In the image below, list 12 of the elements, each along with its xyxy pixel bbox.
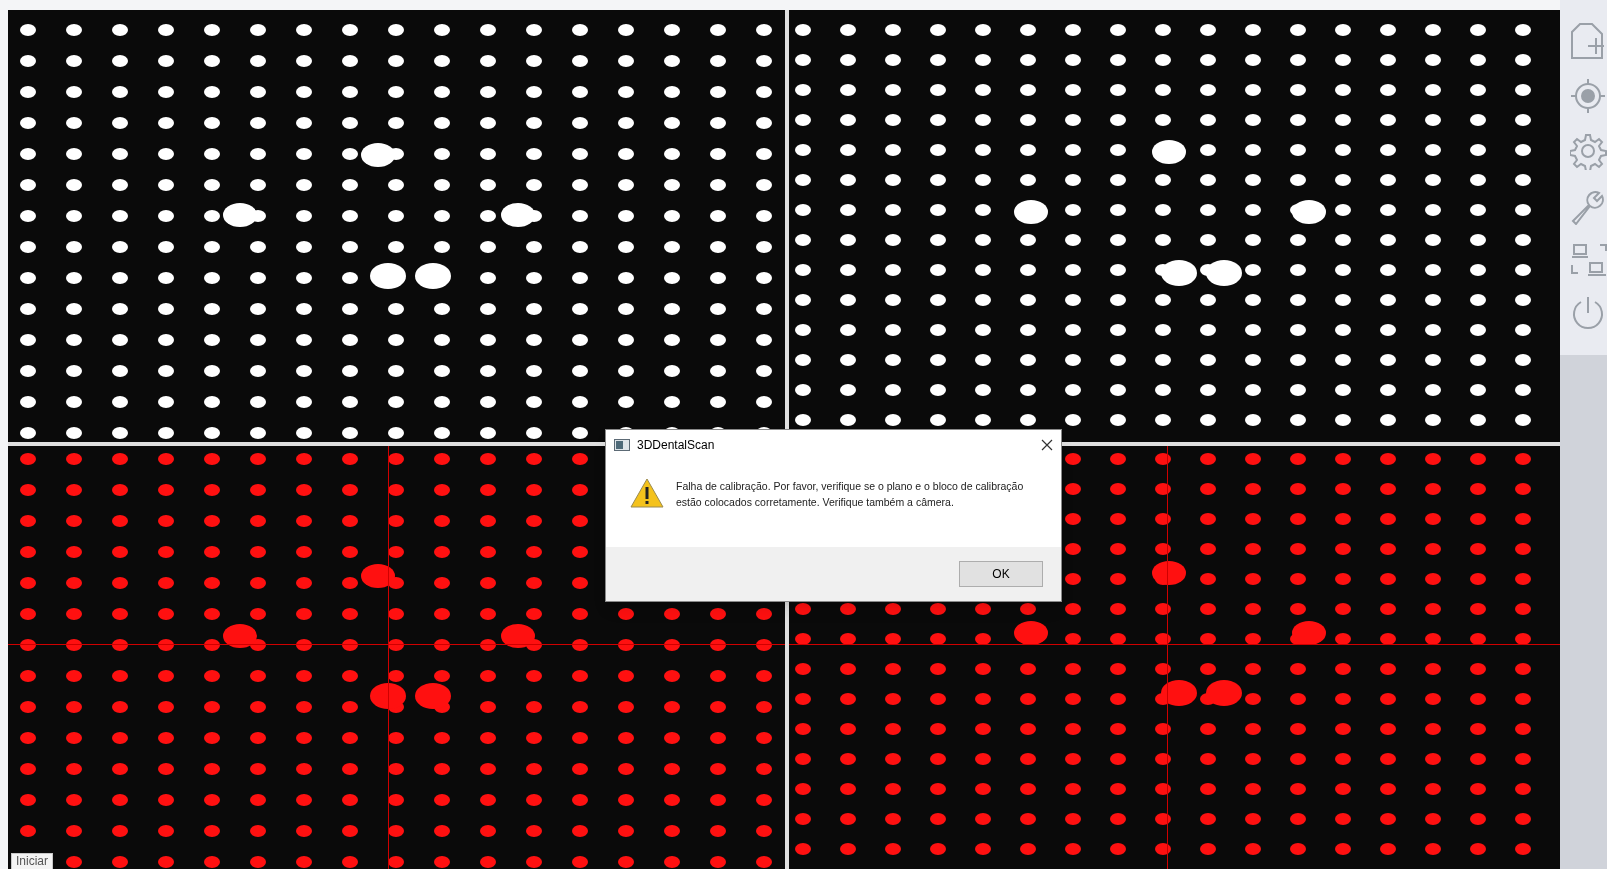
close-icon[interactable] bbox=[1041, 439, 1053, 451]
dialog-message: Falha de calibração. Por favor, verifique se o plano e o bloco de calibração estão colocados corretamente. Verifique também a câmera. bbox=[676, 479, 1025, 510]
devices-icon[interactable] bbox=[1570, 243, 1607, 277]
target-icon[interactable] bbox=[1570, 78, 1607, 115]
wrench-icon[interactable] bbox=[1570, 188, 1607, 225]
warning-icon bbox=[630, 478, 664, 508]
new-file-icon[interactable] bbox=[1570, 22, 1607, 60]
dialog-title: 3DDentalScan bbox=[637, 437, 715, 454]
ok-button[interactable]: OK bbox=[959, 561, 1043, 587]
app-icon bbox=[614, 439, 630, 451]
settings-icon[interactable] bbox=[1570, 133, 1607, 170]
tooltip: Iniciar bbox=[11, 853, 53, 869]
